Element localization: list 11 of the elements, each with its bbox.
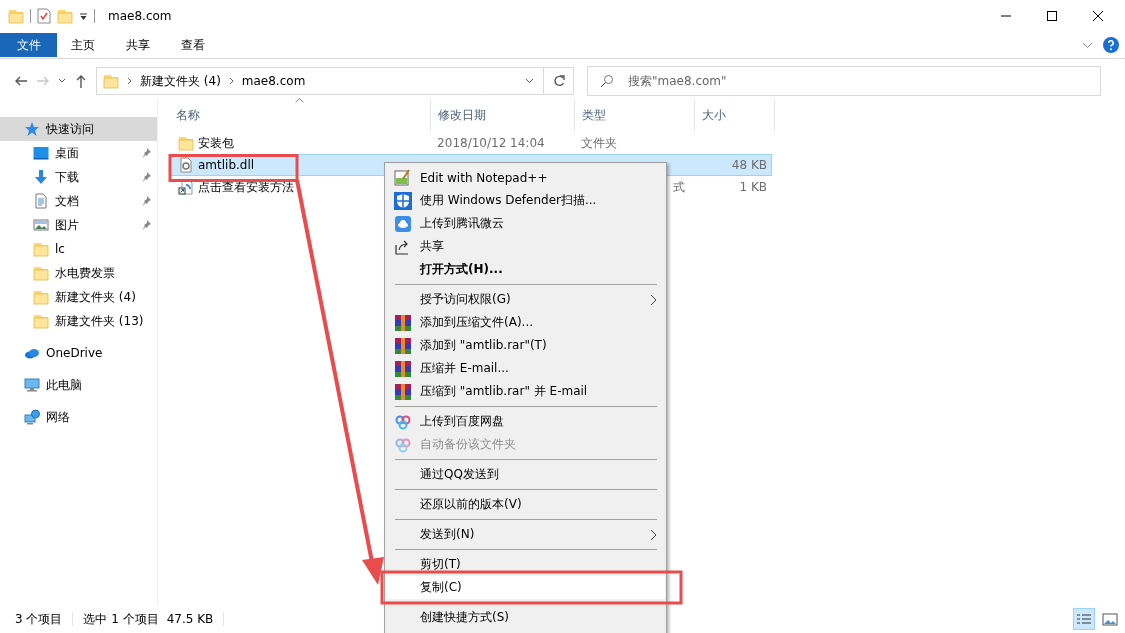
file-size: 48 KB [731, 158, 767, 172]
file-type: 式 [673, 178, 686, 196]
status-text: 3 个项目 [15, 610, 63, 628]
file-name: amtlib.dll [198, 158, 255, 172]
file-size: 1 KB [739, 180, 767, 194]
file-date: 2018/10/12 14:04 [437, 136, 545, 150]
file-type: 文件夹 [580, 134, 617, 152]
status-text: 47.5 KB [166, 612, 214, 626]
status-text: 选中 1 个项目 [83, 610, 159, 628]
file-name: 安装包 [198, 134, 234, 152]
window-title: mae8.com [108, 9, 172, 23]
